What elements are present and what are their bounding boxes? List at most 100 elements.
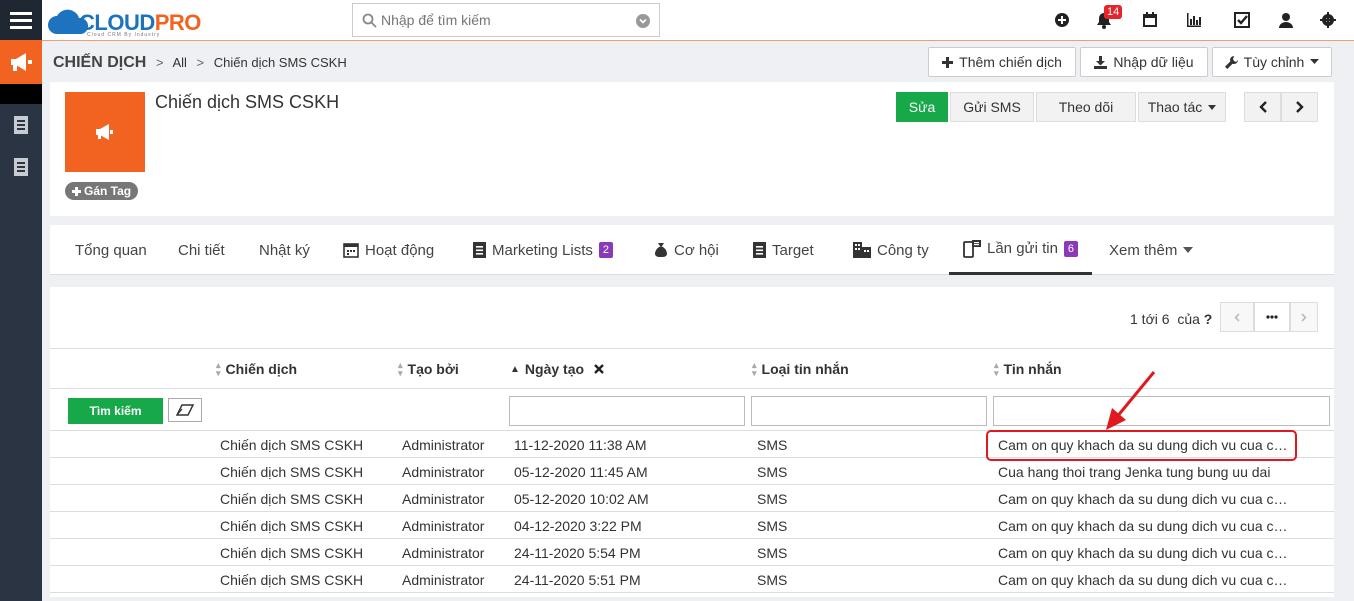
column-header-created-by[interactable]: ▴ ▾ Tạo bởi xyxy=(398,361,459,378)
cell-message-type: SMS xyxy=(757,464,788,480)
record-title: Chiến dịch SMS CSKH xyxy=(155,92,340,112)
tab-details[interactable]: Chi tiết xyxy=(178,225,225,275)
filter-message-input[interactable] xyxy=(993,396,1330,426)
tab-count-badge: 2 xyxy=(598,242,613,258)
rail-sub-indicator xyxy=(0,84,42,104)
add-tag-button[interactable]: Gán Tag xyxy=(65,182,139,200)
table-row[interactable]: Chiến dịch SMS CSKH Administrator 05-12-… xyxy=(50,458,1334,485)
left-rail xyxy=(0,0,42,601)
tab-send-history[interactable]: Lần gửi tin 6 xyxy=(949,225,1093,275)
send-sms-button[interactable]: Gửi SMS xyxy=(950,92,1034,122)
cell-message[interactable]: Cam on quy khach da su dung dich vu cua … xyxy=(998,572,1288,588)
tab-target[interactable]: Target xyxy=(753,225,814,275)
breadcrumb-module[interactable]: CHIẾN DỊCH xyxy=(53,54,146,71)
add-campaign-button[interactable]: Thêm chiến dịch xyxy=(928,47,1076,77)
checkbox-icon[interactable] xyxy=(1232,10,1252,30)
tab-log[interactable]: Nhật ký xyxy=(259,225,310,275)
tab-label: Marketing Lists xyxy=(492,241,593,259)
tab-label: Nhật ký xyxy=(259,241,310,259)
column-label: Loại tin nhắn xyxy=(761,361,849,377)
cell-campaign[interactable]: Chiến dịch SMS CSKH xyxy=(220,464,390,480)
filter-search-label: Tìm kiếm xyxy=(89,404,142,418)
table-row[interactable]: Chiến dịch SMS CSKH Administrator 24-11-… xyxy=(50,539,1334,566)
filter-created-date-input[interactable] xyxy=(509,396,745,426)
money-bag-icon xyxy=(655,243,667,257)
chevron-down-circle-icon[interactable] xyxy=(636,14,650,28)
notification-badge: 14 xyxy=(1104,5,1123,19)
cell-created-by: Administrator xyxy=(402,491,485,507)
tab-count-badge: 6 xyxy=(1063,240,1079,257)
clear-sort-icon[interactable] xyxy=(594,364,604,374)
menu-icon[interactable] xyxy=(0,0,42,40)
filter-message-type-input[interactable] xyxy=(751,396,987,426)
calendar-icon[interactable] xyxy=(1140,10,1160,30)
cell-created-date: 05-12-2020 10:02 AM xyxy=(514,491,649,507)
breadcrumb-separator: > xyxy=(155,55,164,70)
caret-down-icon xyxy=(1310,59,1320,64)
record-header-card: Chiến dịch SMS CSKH Gán Tag Sửa Gửi SMS … xyxy=(50,82,1334,216)
bar-chart-icon[interactable] xyxy=(1184,10,1204,30)
cell-campaign[interactable]: Chiến dịch SMS CSKH xyxy=(220,572,390,588)
pager-next-button[interactable] xyxy=(1290,302,1318,332)
related-list-panel: 1 tới 6 của ? ▴ ▾ Chiến dịch ▴ ▾ Tạo bởi ▲ Ng… xyxy=(50,287,1334,597)
tab-more[interactable]: Xem thêm xyxy=(1109,225,1194,275)
filter-search-button[interactable]: Tìm kiếm xyxy=(68,398,163,424)
customize-button[interactable]: Tùy chỉnh xyxy=(1212,47,1332,77)
chevron-right-icon xyxy=(1295,101,1304,113)
ellipsis-icon xyxy=(1266,315,1278,319)
search-input[interactable] xyxy=(381,10,631,30)
tab-companies[interactable]: Công ty xyxy=(853,225,929,275)
cell-message[interactable]: Cam on quy khach da su dung dich vu cua … xyxy=(998,518,1288,534)
cell-message[interactable]: Cam on quy khach da su dung dich vu cua … xyxy=(998,545,1288,561)
eraser-icon[interactable] xyxy=(168,398,202,422)
pager-of: của xyxy=(1177,311,1200,327)
record-avatar xyxy=(65,92,145,172)
previous-record-button[interactable] xyxy=(1244,92,1281,122)
column-header-message-type[interactable]: ▴ ▾ Loại tin nhắn xyxy=(752,360,849,378)
cell-created-by: Administrator xyxy=(402,572,485,588)
cell-campaign[interactable]: Chiến dịch SMS CSKH xyxy=(220,491,390,507)
cell-campaign[interactable]: Chiến dịch SMS CSKH xyxy=(220,518,390,534)
import-data-button[interactable]: Nhập dữ liệu xyxy=(1080,47,1208,77)
cell-message[interactable]: Cua hang thoi trang Jenka tung bung uu d… xyxy=(998,464,1288,480)
sort-icon: ▴ ▾ xyxy=(752,360,757,378)
megaphone-icon[interactable] xyxy=(0,40,42,84)
pager-previous-button[interactable] xyxy=(1220,302,1254,332)
tab-label: Lần gửi tin xyxy=(987,240,1058,257)
plus-circle-icon[interactable] xyxy=(1052,10,1072,30)
calendar-icon xyxy=(343,243,359,258)
tab-overview[interactable]: Tổng quan xyxy=(75,225,147,275)
follow-label: Theo dõi xyxy=(1058,99,1114,115)
add-tag-label: Gán Tag xyxy=(84,184,132,198)
cell-created-by: Administrator xyxy=(402,437,485,453)
tab-opportunities[interactable]: Cơ hội xyxy=(654,225,719,275)
list-document-icon xyxy=(473,242,486,258)
pager-jump-button[interactable] xyxy=(1254,302,1290,332)
cell-campaign[interactable]: Chiến dịch SMS CSKH xyxy=(220,437,390,453)
import-data-label: Nhập dữ liệu xyxy=(1113,54,1194,70)
table-row[interactable]: Chiến dịch SMS CSKH Administrator 24-11-… xyxy=(50,566,1334,593)
table-row[interactable]: Chiến dịch SMS CSKH Administrator 05-12-… xyxy=(50,485,1334,512)
breadcrumb: CHIẾN DỊCH > All > Chiến dịch SMS CSKH xyxy=(53,54,347,72)
table-row[interactable]: Chiến dịch SMS CSKH Administrator 04-12-… xyxy=(50,512,1334,539)
document-icon[interactable] xyxy=(12,115,30,135)
gear-icon[interactable] xyxy=(1318,10,1338,30)
tab-marketing-lists[interactable]: Marketing Lists 2 xyxy=(473,225,613,275)
document-icon[interactable] xyxy=(12,157,30,177)
actions-dropdown[interactable]: Thao tác xyxy=(1138,92,1226,122)
breadcrumb-filter[interactable]: All xyxy=(172,55,186,70)
cell-message[interactable]: Cam on quy khach da su dung dich vu cua … xyxy=(998,491,1288,507)
global-search[interactable] xyxy=(352,3,660,37)
pager-total[interactable]: ? xyxy=(1204,311,1213,327)
column-header-created-date[interactable]: ▲ Ngày tạo xyxy=(510,361,604,377)
building-icon xyxy=(853,242,871,258)
column-header-campaign[interactable]: ▴ ▾ Chiến dịch xyxy=(216,361,297,378)
cell-campaign[interactable]: Chiến dịch SMS CSKH xyxy=(220,545,390,561)
tab-activities[interactable]: Hoạt động xyxy=(343,225,434,275)
next-record-button[interactable] xyxy=(1281,92,1318,122)
follow-button[interactable]: Theo dõi xyxy=(1036,92,1136,122)
edit-button[interactable]: Sửa xyxy=(896,92,948,122)
user-icon[interactable] xyxy=(1276,10,1296,30)
logo-tagline: Cloud CRM By Industry xyxy=(87,32,161,38)
logo[interactable]: CLOUDPRO Cloud CRM By Industry xyxy=(47,4,207,38)
